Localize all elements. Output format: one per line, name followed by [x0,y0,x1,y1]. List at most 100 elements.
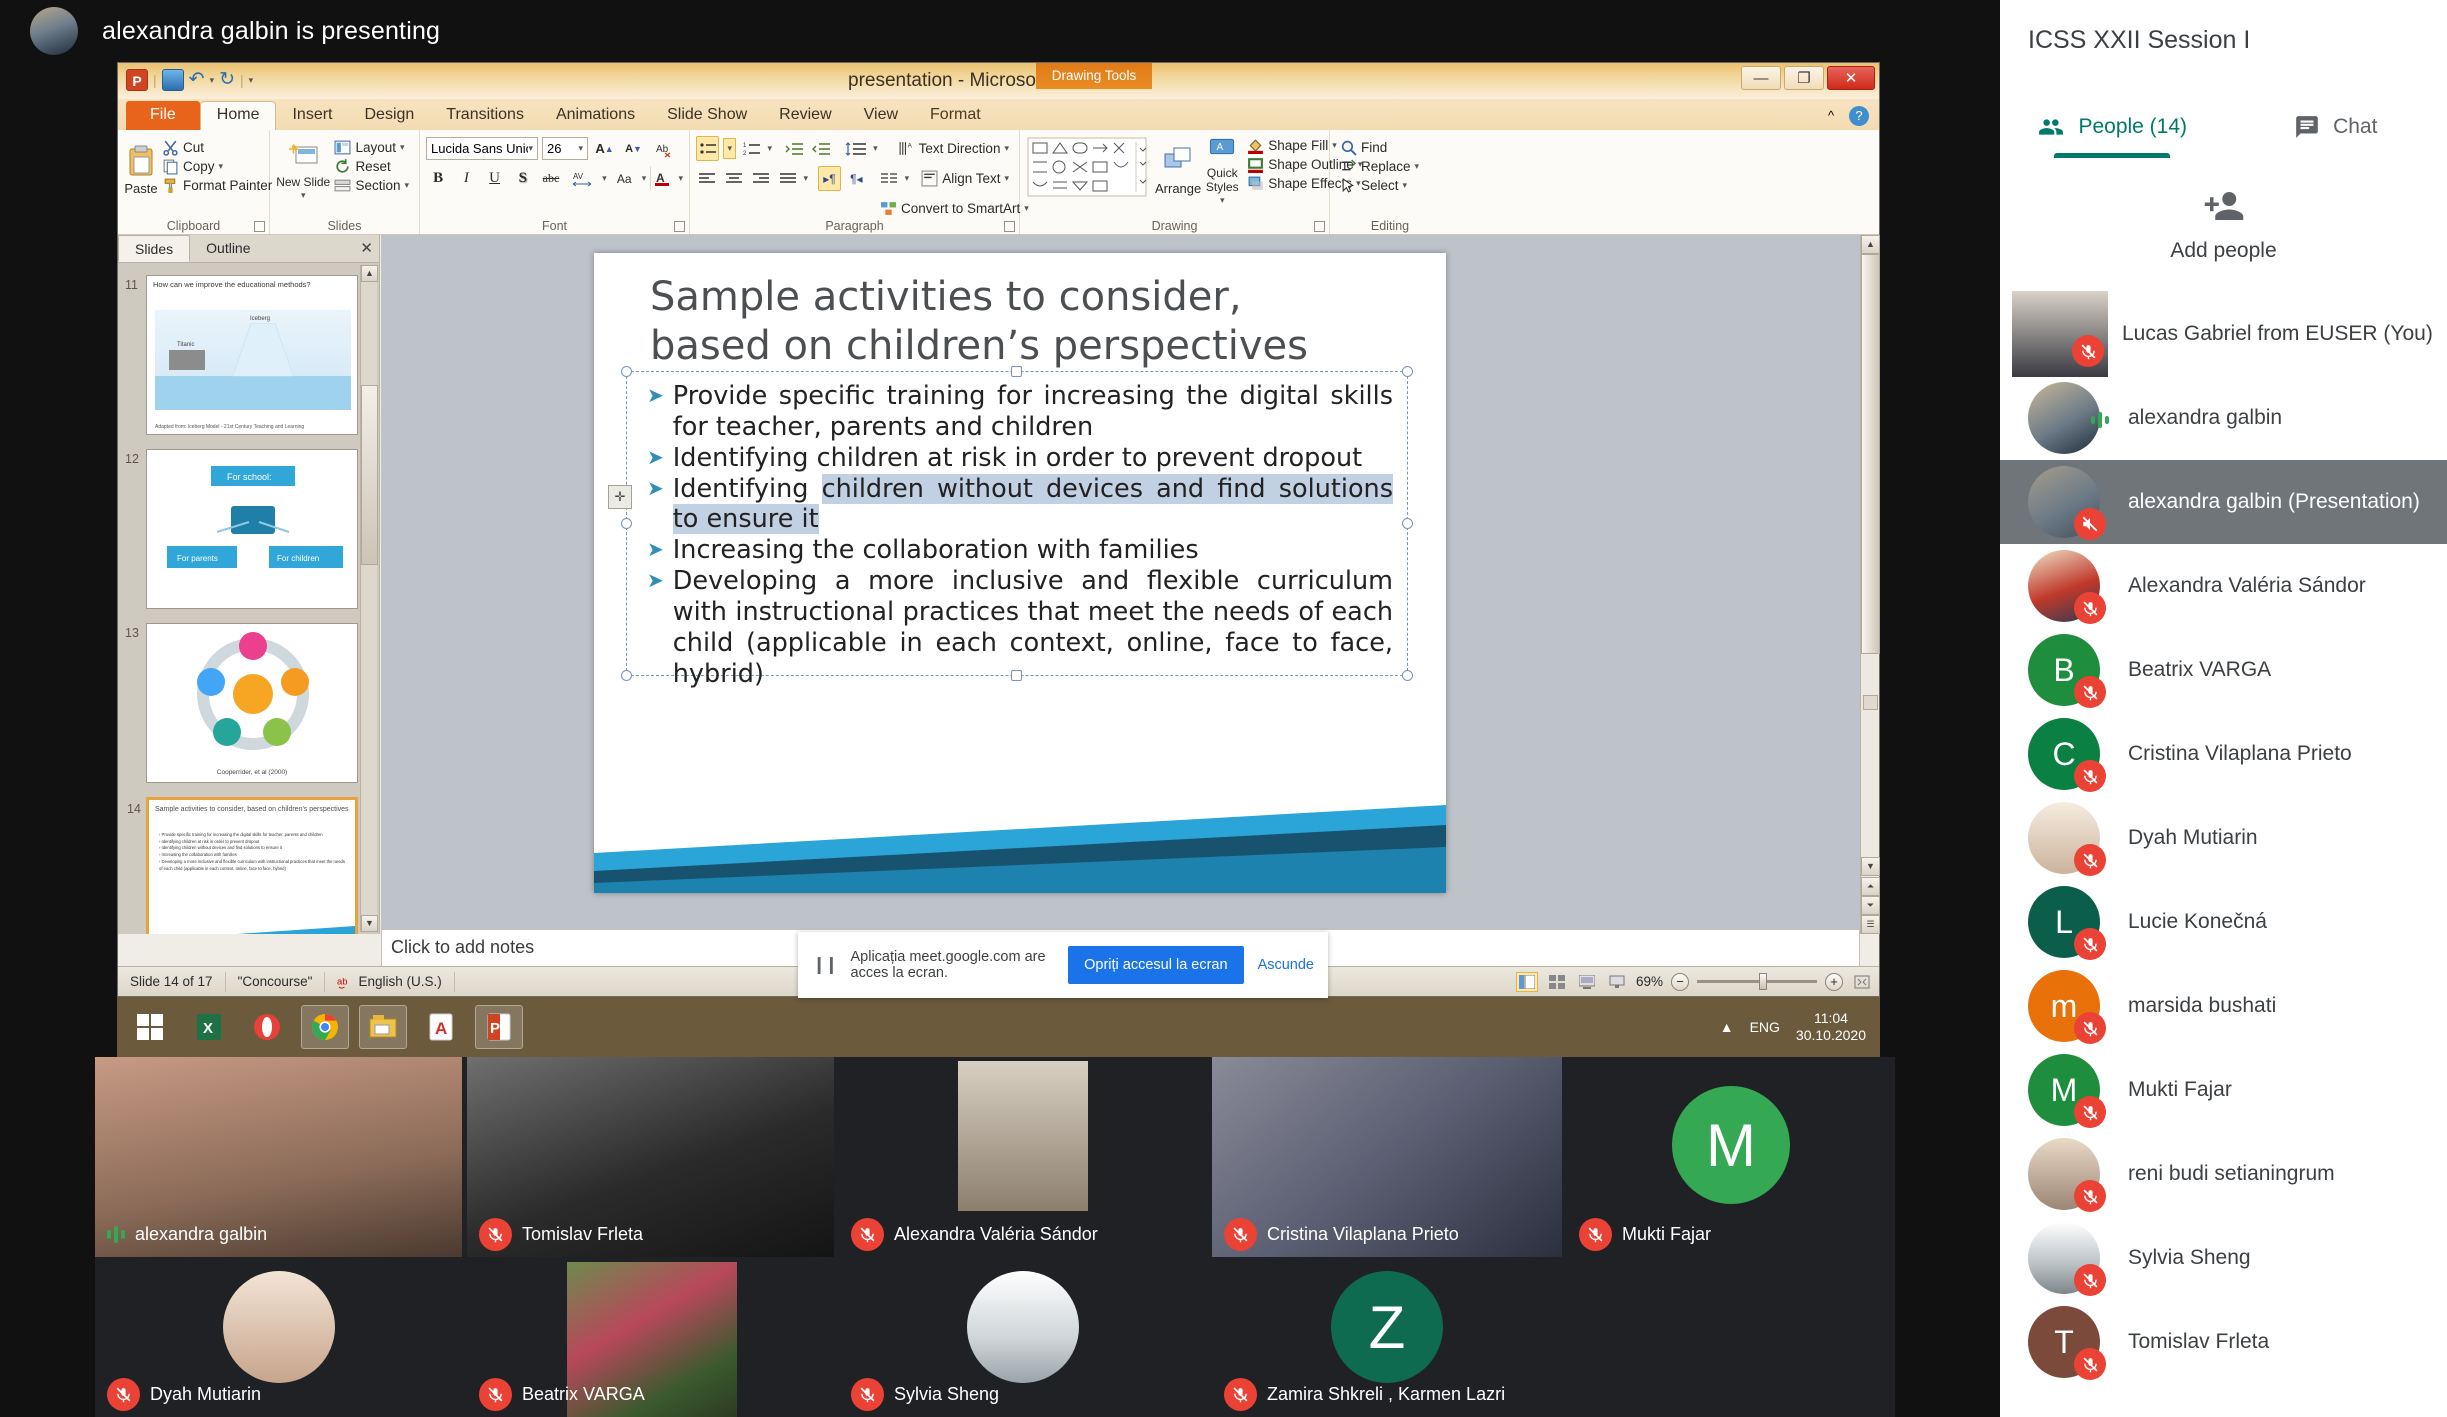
tab-design[interactable]: Design [348,102,430,130]
tile-cristina-vilaplana-prieto[interactable]: Cristina Vilaplana Prieto [1212,1057,1562,1257]
slide-show-button[interactable] [1606,972,1628,992]
restore-button[interactable]: ❐ [1784,66,1824,90]
tile-mukti-fajar[interactable]: M Mukti Fajar [1567,1057,1895,1257]
decrease-indent-button[interactable] [782,136,805,161]
font-dialog-launcher[interactable] [674,221,685,232]
scrollbar-thumb[interactable] [361,385,378,565]
stop-sharing-button[interactable]: Opriți accesul la ecran [1068,946,1243,984]
clipboard-dialog-launcher[interactable] [254,221,265,232]
paste-button[interactable]: Paste [124,134,158,206]
participant-row[interactable]: Lucas Gabriel from EUSER (You) [2000,292,2447,376]
zoom-in-button[interactable]: + [1825,973,1843,991]
strikethrough-button[interactable]: abc [539,166,563,191]
columns-dropdown-icon[interactable]: ▾ [804,173,809,184]
hide-toast-button[interactable]: Ascunde [1258,957,1314,973]
bullet-item-selected[interactable]: ➤ Identifying children without devices a… [627,474,1407,536]
grow-font-button[interactable]: A▲ [592,136,617,161]
copy-dropdown-icon[interactable]: ▾ [219,161,224,172]
powerpoint-icon[interactable]: P [475,1005,523,1049]
quick-styles-dropdown-icon[interactable]: ▾ [1220,195,1225,206]
section-button[interactable]: Section ▾ [330,176,413,195]
tile-dyah-mutiarin[interactable]: Dyah Mutiarin [95,1262,462,1417]
slide-counter[interactable]: Slide 14 of 17 [118,972,226,992]
font-name-dropdown-icon[interactable]: ▾ [528,143,533,154]
scroll-up-icon[interactable]: ▲ [1861,235,1880,254]
normal-view-button[interactable] [1516,972,1538,992]
tab-insert[interactable]: Insert [276,102,348,130]
resize-handle-t[interactable] [1011,366,1022,377]
tile-tomislav-frleta[interactable]: Tomislav Frleta [467,1057,834,1257]
new-slide-scroll-icon[interactable]: ☰ [1861,915,1880,934]
clock[interactable]: 11:04 30.10.2020 [1796,1010,1866,1045]
find-button[interactable]: Find [1336,138,1444,157]
underline-button[interactable]: U [482,166,506,191]
quick-styles-button[interactable]: A Quick Styles ▾ [1205,134,1239,206]
tab-home[interactable]: Home [200,101,277,130]
tab-transitions[interactable]: Transitions [430,102,540,130]
tile-beatrix-varga[interactable]: Beatrix VARGA [467,1262,834,1417]
windows-taskbar[interactable]: X A P ▲ ENG 11:04 30.10.2020 [117,997,1880,1057]
font-size-combobox[interactable]: 26 ▾ [542,137,588,160]
zoom-level-label[interactable]: 69% [1636,974,1663,989]
scroll-down-icon[interactable]: ▼ [1861,857,1880,876]
tab-people[interactable]: People (14) [2000,96,2224,158]
window-controls[interactable]: — ❐ ✕ [1741,66,1875,90]
collapse-ribbon-icon[interactable]: ^ [1821,106,1841,126]
excel-icon[interactable]: X [185,1005,233,1049]
font-color-button[interactable]: A [650,166,674,191]
thumbnail-11[interactable]: 11 How can we improve the educational me… [146,275,358,435]
reading-view-button[interactable] [1576,972,1598,992]
thumbnail-12[interactable]: 12 For school: For parents For children [146,449,358,609]
shape-gallery[interactable] [1026,134,1151,206]
layout-dropdown-icon[interactable]: ▾ [400,142,405,153]
align-center-button[interactable] [723,166,746,191]
slide-content-textbox[interactable]: ➤ Provide specific training for increasi… [626,371,1408,676]
participant-row[interactable]: M Mukti Fajar [2000,1048,2447,1132]
columns-button[interactable] [878,166,901,191]
tile-alexandra-valeria-sandor[interactable]: Alexandra Valéria Sándor [839,1057,1206,1257]
resize-handle-l[interactable] [621,518,632,529]
tab-animations[interactable]: Animations [540,102,651,130]
slide-title[interactable]: Sample activities to consider, based on … [650,273,1410,371]
resize-handle-tl[interactable] [621,366,632,377]
scrollbar-thumb[interactable] [1861,254,1880,654]
font-size-dropdown-icon[interactable]: ▾ [578,143,583,154]
close-panel-icon[interactable]: ✕ [360,239,373,257]
close-button[interactable]: ✕ [1827,66,1875,90]
text-direction-button[interactable]: A Text Direction ▾ [894,139,1013,158]
bullet-item[interactable]: ➤ Increasing the collaboration with fami… [627,535,1407,566]
align-right-button[interactable] [750,166,773,191]
resize-handle-bl[interactable] [621,670,632,681]
show-hidden-icons[interactable]: ▲ [1720,1019,1734,1035]
bold-button[interactable]: B [426,166,450,191]
new-slide-dropdown-icon[interactable]: ▾ [301,190,306,201]
tab-review[interactable]: Review [763,102,847,130]
panel-tab-strip[interactable]: People (14) Chat [2000,96,2447,158]
slide-vertical-scrollbar[interactable]: ▲ ▼ ⏶ ⏷ ☰ [1860,235,1879,934]
opera-icon[interactable] [243,1005,291,1049]
tab-format[interactable]: Format [914,102,997,130]
drawing-dialog-launcher[interactable] [1314,221,1325,232]
replace-button[interactable]: Replace ▾ [1336,157,1444,176]
participant-row[interactable]: reni budi setianingrum [2000,1132,2447,1216]
system-tray[interactable]: ▲ ENG 11:04 30.10.2020 [1720,1010,1866,1045]
copy-button[interactable]: Copy ▾ [158,157,276,176]
language-status[interactable]: ab English (U.S.) [325,972,454,992]
thumbnail-13[interactable]: 13 Cooperrider, et al (2000) [146,623,358,783]
numbering-button[interactable]: 12 [740,136,763,161]
chrome-icon[interactable] [301,1005,349,1049]
bullet-item[interactable]: ➤ Identifying children at risk in order … [627,443,1407,474]
participant-row[interactable]: alexandra galbin [2000,376,2447,460]
current-slide[interactable]: Sample activities to consider, based on … [594,253,1446,893]
align-left-button[interactable] [696,166,719,191]
resize-handle-br[interactable] [1402,670,1413,681]
new-slide-button[interactable]: New Slide ▾ [276,134,330,206]
zoom-slider-thumb[interactable] [1759,973,1767,990]
paragraph-dialog-launcher[interactable] [1004,221,1015,232]
previous-slide-icon[interactable]: ⏶ [1861,877,1880,896]
minimize-button[interactable]: — [1741,66,1781,90]
section-dropdown-icon[interactable]: ▾ [404,180,409,191]
resize-handle-b[interactable] [1011,670,1022,681]
reset-button[interactable]: Reset [330,157,413,176]
slide-editing-area[interactable]: Sample activities to consider, based on … [381,235,1860,934]
